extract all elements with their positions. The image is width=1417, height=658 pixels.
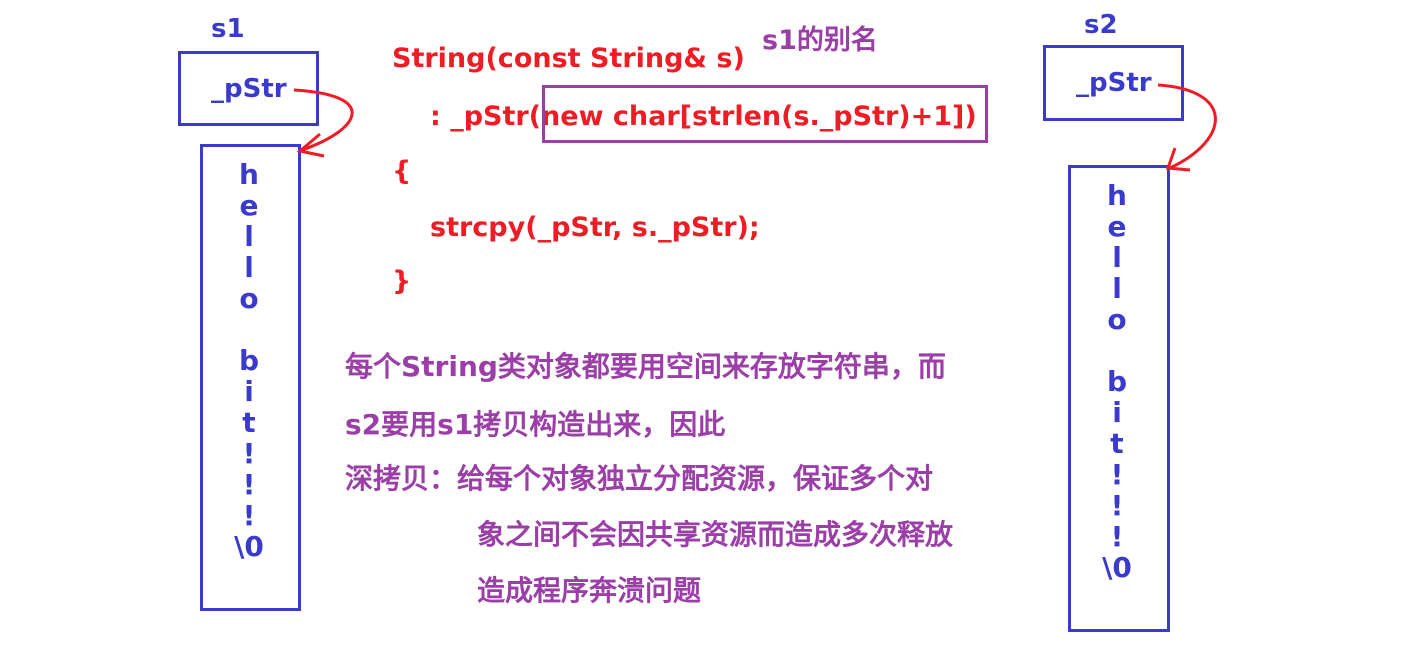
- s1-pointer-arrow: [293, 88, 354, 152]
- deep-copy-diagram: s1 _pStr hello b i t!!! \0 s2 _pStr hello b…: [0, 0, 1417, 658]
- s2-pointer-arrow: [1157, 83, 1217, 170]
- pointer-arrows: [293, 83, 1217, 172]
